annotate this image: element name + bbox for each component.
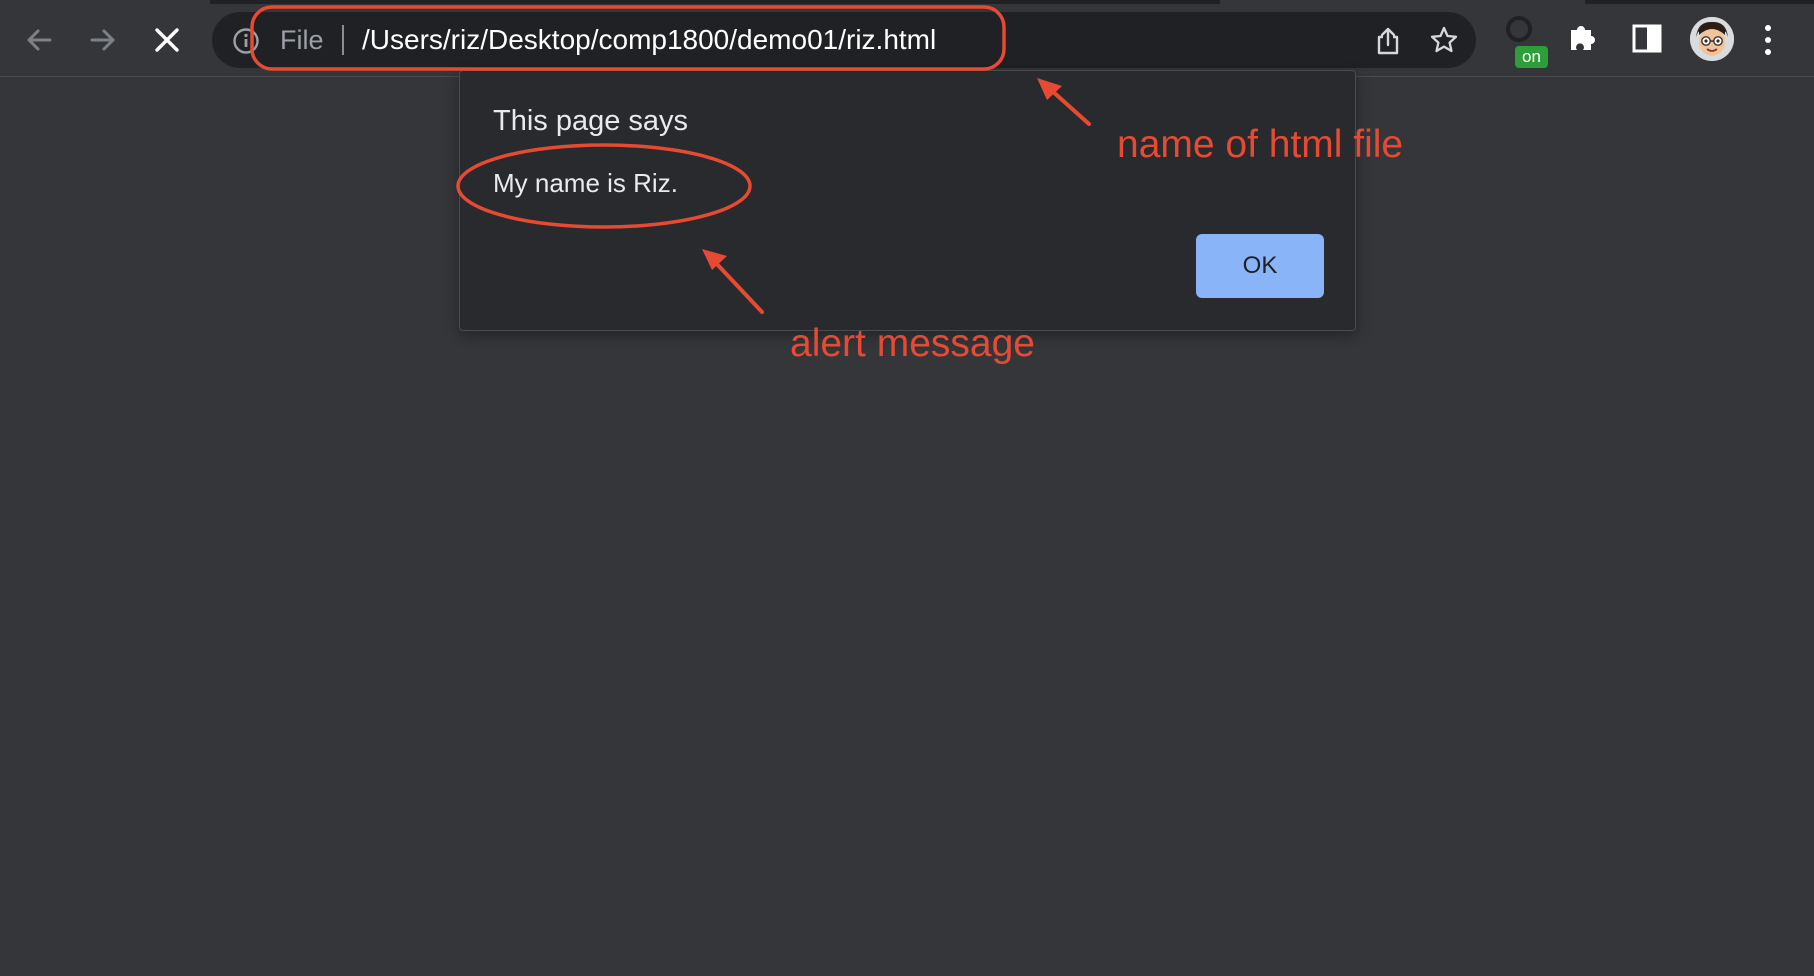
annotation-message-label: alert message — [790, 322, 1035, 365]
url-highlight-box — [250, 5, 1006, 71]
message-highlight-ellipse — [456, 143, 752, 229]
message-pointer-arrow — [702, 249, 764, 314]
annotation-overlay — [250, 5, 1091, 314]
url-pointer-arrow — [1037, 78, 1091, 126]
annotation-url-label: name of html file — [1117, 123, 1404, 166]
